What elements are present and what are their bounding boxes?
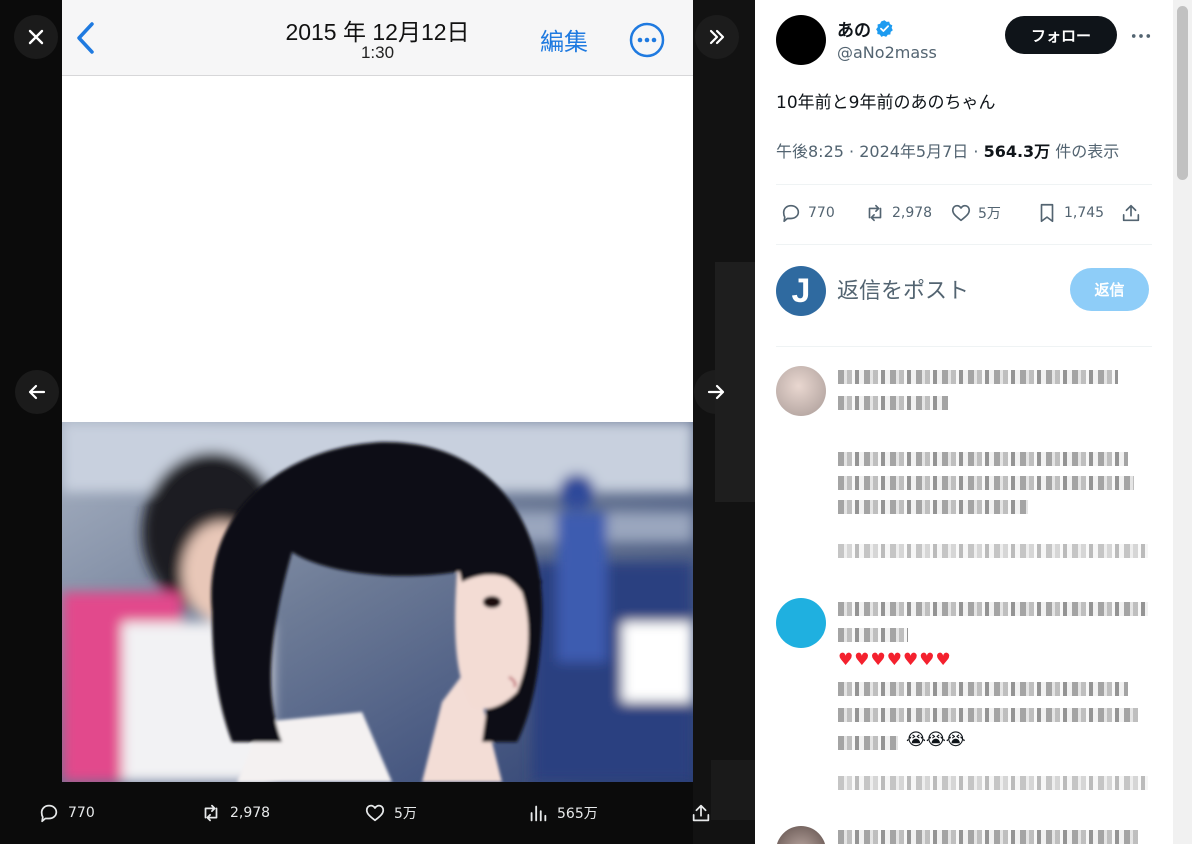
reply-author-blurred xyxy=(838,370,1118,384)
tweet-views-suffix: 件の表示 xyxy=(1055,142,1120,161)
more-button[interactable] xyxy=(1127,22,1155,50)
follow-button[interactable]: フォロー xyxy=(1005,16,1117,54)
like-button[interactable]: 5万 xyxy=(950,202,1001,224)
expand-panel-button[interactable] xyxy=(695,15,739,59)
divider xyxy=(776,346,1152,347)
tweet-date[interactable]: 2024年5月7日 xyxy=(859,142,968,161)
girl-portrait-photo xyxy=(62,422,693,782)
repost-button[interactable]: 2,978 xyxy=(864,202,932,224)
repost-icon xyxy=(868,204,882,222)
reply-text-blurred xyxy=(838,500,1028,514)
viewer-reply-count: 770 xyxy=(68,805,95,821)
photo-date: 2015 年 12月12日 xyxy=(285,19,470,45)
reply-text-blurred xyxy=(838,708,1138,722)
previous-image-button[interactable] xyxy=(15,370,59,414)
crying-emoji-icon: 😭😭😭 xyxy=(906,730,966,750)
scrollbar[interactable] xyxy=(1173,0,1192,844)
reply-item-2[interactable]: ♥♥♥♥♥♥♥ 😭😭😭 xyxy=(776,598,1156,808)
divider xyxy=(776,244,1152,245)
edit-link[interactable]: 編集 xyxy=(540,22,588,57)
reply-count: 770 xyxy=(808,205,835,221)
viewer-share-button[interactable] xyxy=(690,802,712,824)
like-icon xyxy=(951,204,971,222)
tweet-detail-panel: あの @aNo2mass フォロー 10年前と9年前のあのちゃん 午後8:25 … xyxy=(755,0,1192,844)
reply-item-1[interactable] xyxy=(776,366,1156,576)
close-button[interactable] xyxy=(14,15,58,59)
tweet-text: 10年前と9年前のあのちゃん xyxy=(776,93,996,113)
author-name[interactable]: あの xyxy=(837,16,894,41)
arrow-left-icon xyxy=(28,384,46,400)
viewer-like-count: 5万 xyxy=(394,806,417,822)
media-viewer: 2015 年 12月12日 1:30 編集 770 2,978 5万 565万 xyxy=(0,0,755,844)
tweet-action-bar: 770 2,978 5万 1,745 xyxy=(776,198,1152,232)
close-icon xyxy=(28,29,44,45)
reply-avatar[interactable] xyxy=(776,598,826,648)
photo-blank-area xyxy=(62,77,693,422)
repost-count: 2,978 xyxy=(892,205,933,221)
viewer-repost-count: 2,978 xyxy=(230,805,271,821)
views-icon xyxy=(530,805,547,822)
tweet-views-count: 564.3万 xyxy=(983,142,1051,161)
viewer-views-button[interactable]: 565万 xyxy=(527,802,598,824)
ellipsis-circle-icon[interactable] xyxy=(629,22,665,58)
reply-actions-blurred xyxy=(838,776,1148,790)
photo-app-header: 2015 年 12月12日 1:30 編集 xyxy=(62,0,693,76)
viewer-reply-button[interactable]: 770 xyxy=(38,802,95,824)
next-image-button[interactable] xyxy=(694,370,738,414)
reply-text-blurred xyxy=(838,736,898,750)
photo-time: 1:30 xyxy=(360,43,395,62)
bookmark-icon xyxy=(1040,203,1054,223)
reply-text-blurred xyxy=(838,682,1128,696)
reply-text-blurred xyxy=(838,476,1134,490)
reply-item-3[interactable] xyxy=(776,826,1156,844)
reply-text-blurred xyxy=(838,452,1128,466)
scrollbar-thumb[interactable] xyxy=(1177,6,1188,180)
like-count: 5万 xyxy=(978,206,1001,222)
reply-handle-blurred xyxy=(838,628,908,642)
reply-button[interactable]: 770 xyxy=(780,202,835,224)
media-image: 2015 年 12月12日 1:30 編集 xyxy=(62,0,693,782)
reply-submit-button[interactable]: 返信 xyxy=(1070,268,1149,311)
reply-hearts-emoji: ♥♥♥♥♥♥♥ xyxy=(838,650,952,670)
reply-avatar[interactable] xyxy=(776,826,826,844)
viewer-like-button[interactable]: 5万 xyxy=(364,802,417,824)
reply-input[interactable]: 返信をポスト xyxy=(837,273,969,305)
share-button[interactable] xyxy=(1120,202,1142,224)
reply-avatar[interactable] xyxy=(776,366,826,416)
reply-author-blurred xyxy=(838,830,1138,844)
share-icon xyxy=(1122,204,1140,222)
tweet-meta: 午後8:25 · 2024年5月7日 · 564.3万 件の表示 xyxy=(776,142,1120,161)
reply-actions-blurred xyxy=(838,544,1148,558)
background-timeline xyxy=(693,0,755,844)
repost-icon xyxy=(204,804,218,822)
author-avatar[interactable] xyxy=(776,15,826,65)
reply-icon xyxy=(40,804,58,823)
divider xyxy=(776,184,1152,185)
author-handle[interactable]: @aNo2mass xyxy=(837,43,937,62)
tweet-time[interactable]: 午後8:25 xyxy=(776,142,844,161)
arrow-right-icon xyxy=(707,384,725,400)
bookmark-button[interactable]: 1,745 xyxy=(1036,202,1104,224)
author-name-text: あの xyxy=(837,21,871,41)
share-icon xyxy=(692,804,710,822)
reply-author-blurred xyxy=(838,602,1148,616)
reply-handle-blurred xyxy=(838,396,948,410)
viewer-views-count: 565万 xyxy=(557,806,598,822)
viewer-action-bar: 770 2,978 5万 565万 xyxy=(0,790,755,840)
user-avatar[interactable]: J xyxy=(776,266,826,316)
verified-badge-icon xyxy=(876,20,893,37)
viewer-repost-button[interactable]: 2,978 xyxy=(200,802,270,824)
like-icon xyxy=(365,804,385,822)
bookmark-count: 1,745 xyxy=(1064,205,1105,221)
chevron-double-right-icon xyxy=(709,29,725,45)
reply-icon xyxy=(782,204,800,223)
more-icon xyxy=(1131,34,1151,38)
